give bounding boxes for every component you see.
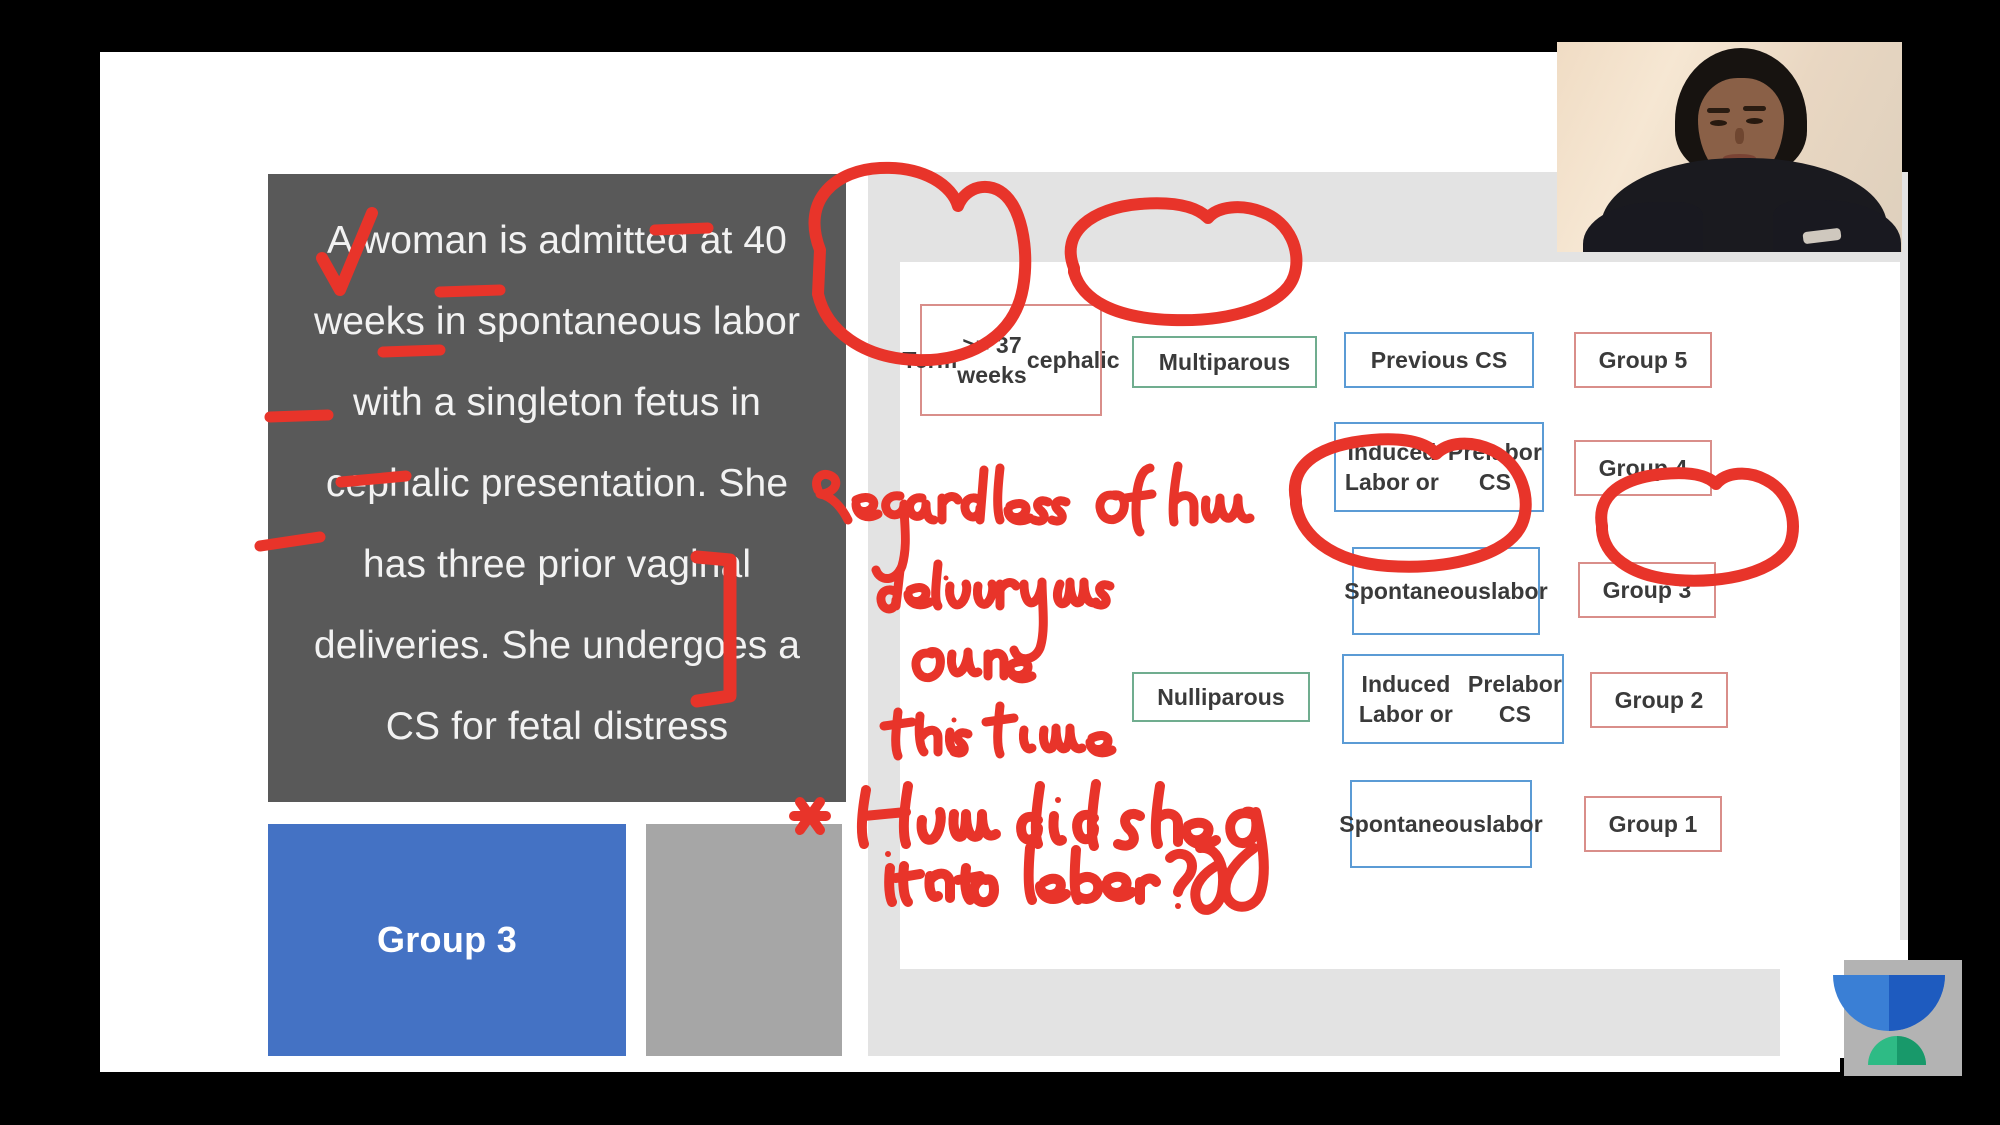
vignette-line: weeks in spontaneous labor xyxy=(313,300,801,343)
node-induced-1: Induced Labor or Prelabor CS xyxy=(1334,422,1544,512)
webcam-nose xyxy=(1735,128,1744,144)
answer-chip-label: Group 3 xyxy=(376,919,518,960)
node-group4: Group 4 xyxy=(1574,440,1712,496)
vignette-line: has three prior vaginal xyxy=(362,543,752,586)
node-spontaneous-1: Spontaneous labor xyxy=(1344,547,1548,635)
node-group5: Group 5 xyxy=(1574,332,1712,388)
robson-chart-panel: Term >= 37 weeks cephalic Multiparous Prev… xyxy=(868,172,1908,1056)
vignette-line: cephalic presentation. She xyxy=(325,462,789,505)
vignette-line: CS for fetal distress xyxy=(385,705,729,748)
node-term: Term >= 37 weeks cephalic xyxy=(902,304,1120,416)
webcam-video-tile[interactable] xyxy=(1557,42,1902,252)
node-induced-2: Induced Labor or Prelabor CS xyxy=(1342,654,1564,744)
node-spontaneous-2: Spontaneous labor xyxy=(1339,780,1543,868)
clinical-vignette-panel: A woman is admitted at 40 weeks in spont… xyxy=(268,174,846,802)
webcam-shoulder-left xyxy=(1583,202,1703,252)
node-group3: Group 3 xyxy=(1578,562,1716,618)
robson-chart-canvas: Term >= 37 weeks cephalic Multiparous Prev… xyxy=(900,262,1900,969)
node-nulliparous: Nulliparous xyxy=(1132,672,1310,722)
webcam-eye-left xyxy=(1710,120,1727,126)
node-multiparous: Multiparous xyxy=(1132,336,1317,388)
placeholder-chip xyxy=(646,824,842,1056)
vignette-text: A woman is admitted at 40 weeks in spont… xyxy=(286,200,828,767)
node-group1: Group 1 xyxy=(1584,796,1722,852)
webcam-eye-right xyxy=(1746,118,1763,124)
robson-node-layer: Term >= 37 weeks cephalic Multiparous Prev… xyxy=(900,262,1900,969)
node-group2: Group 2 xyxy=(1590,672,1728,728)
webcam-brow-left xyxy=(1707,108,1730,113)
vignette-line: deliveries. She undergoes a xyxy=(313,624,801,667)
screen-recording-frame: A woman is admitted at 40 weeks in spont… xyxy=(0,0,2000,1125)
answer-chip-group3: Group 3 xyxy=(268,824,626,1056)
webcam-brow-right xyxy=(1743,106,1766,111)
vignette-line: A woman is admitted at 40 xyxy=(327,219,787,262)
vignette-line: with a singleton fetus in xyxy=(353,381,761,424)
node-previous-cs: Previous CS xyxy=(1344,332,1534,388)
